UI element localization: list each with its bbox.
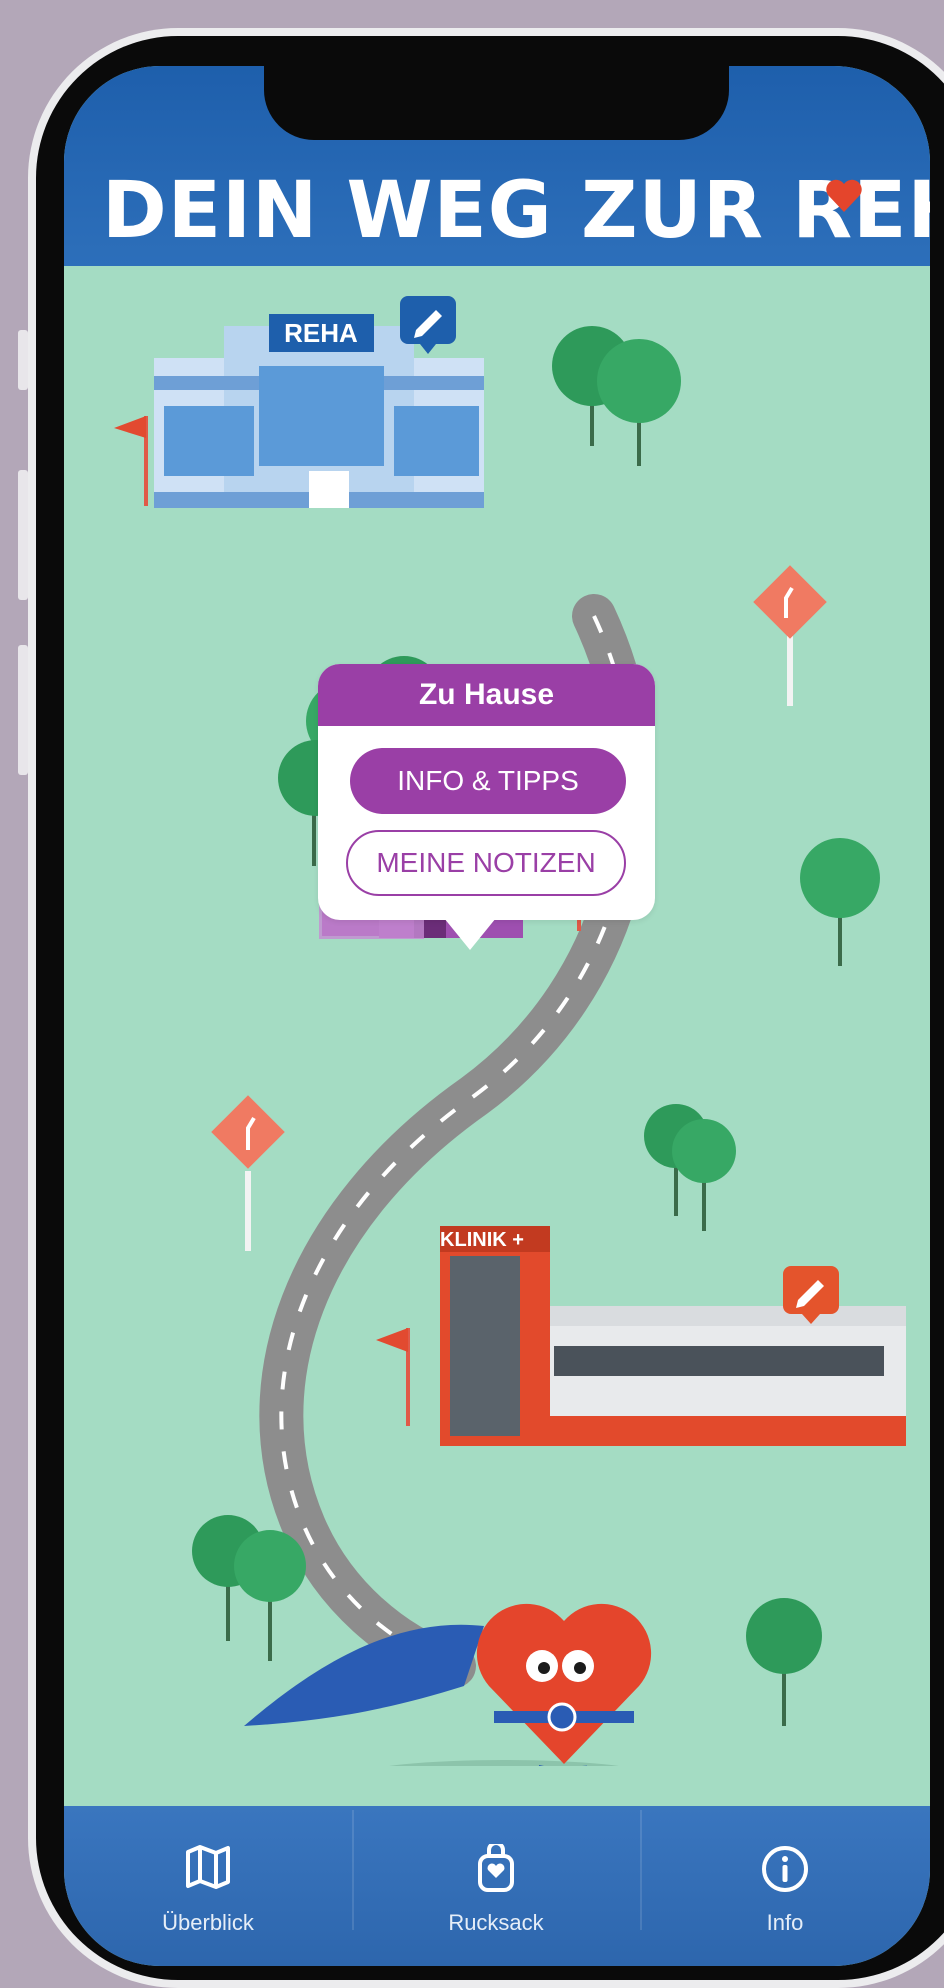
app-screen: DEIN WEG ZUR REHA REHA — [64, 66, 930, 1966]
map-icon — [186, 1845, 230, 1889]
road-sign-right — [753, 565, 827, 706]
tree-icon — [552, 326, 681, 466]
tree-icon — [192, 1515, 306, 1661]
popup-pointer — [444, 918, 496, 950]
info-tipps-button[interactable]: INFO & TIPPS — [350, 748, 626, 814]
tab-label: Überblick — [162, 1910, 254, 1935]
flag-icon — [114, 416, 148, 506]
tab-info[interactable]: Info — [640, 1806, 930, 1966]
meine-notizen-button[interactable]: MEINE NOTIZEN — [346, 830, 626, 896]
phone-notch — [264, 66, 729, 140]
tab-ueberblick[interactable]: Überblick — [64, 1806, 352, 1966]
tab-rucksack[interactable]: Rucksack — [352, 1806, 640, 1966]
phone-volume-up-button — [18, 470, 28, 600]
journey-map: REHA KLINIK + Zu Hause INFO & TIPPS MEIN… — [64, 266, 930, 1817]
phone-volume-down-button — [18, 645, 28, 775]
tree-icon — [746, 1598, 822, 1726]
map-illustration: REHA KLINIK + — [114, 296, 906, 1817]
tab-label: Info — [766, 1910, 804, 1935]
page-title: DEIN WEG ZUR REHA — [102, 166, 930, 256]
location-popup: Zu Hause INFO & TIPPS MEINE NOTIZEN — [318, 664, 655, 950]
phone-side-button-top — [18, 330, 28, 390]
reha-sign-label: REHA — [284, 318, 358, 348]
bottom-tab-bar: Überblick Rucksack Info — [64, 1806, 930, 1966]
tree-icon — [644, 1104, 736, 1231]
klinik-building[interactable]: KLINIK + — [440, 1226, 906, 1446]
heart-mascot — [244, 1603, 652, 1817]
road-sign-left — [211, 1095, 285, 1251]
tree-icon — [800, 838, 880, 966]
heart-icon — [826, 179, 862, 212]
popup-title: Zu Hause — [318, 664, 655, 726]
flag-icon — [376, 1328, 410, 1426]
backpack-icon — [478, 1844, 514, 1892]
klinik-sign-label: KLINIK + — [440, 1229, 524, 1251]
info-icon — [762, 1846, 808, 1892]
tab-label: Rucksack — [448, 1910, 544, 1935]
